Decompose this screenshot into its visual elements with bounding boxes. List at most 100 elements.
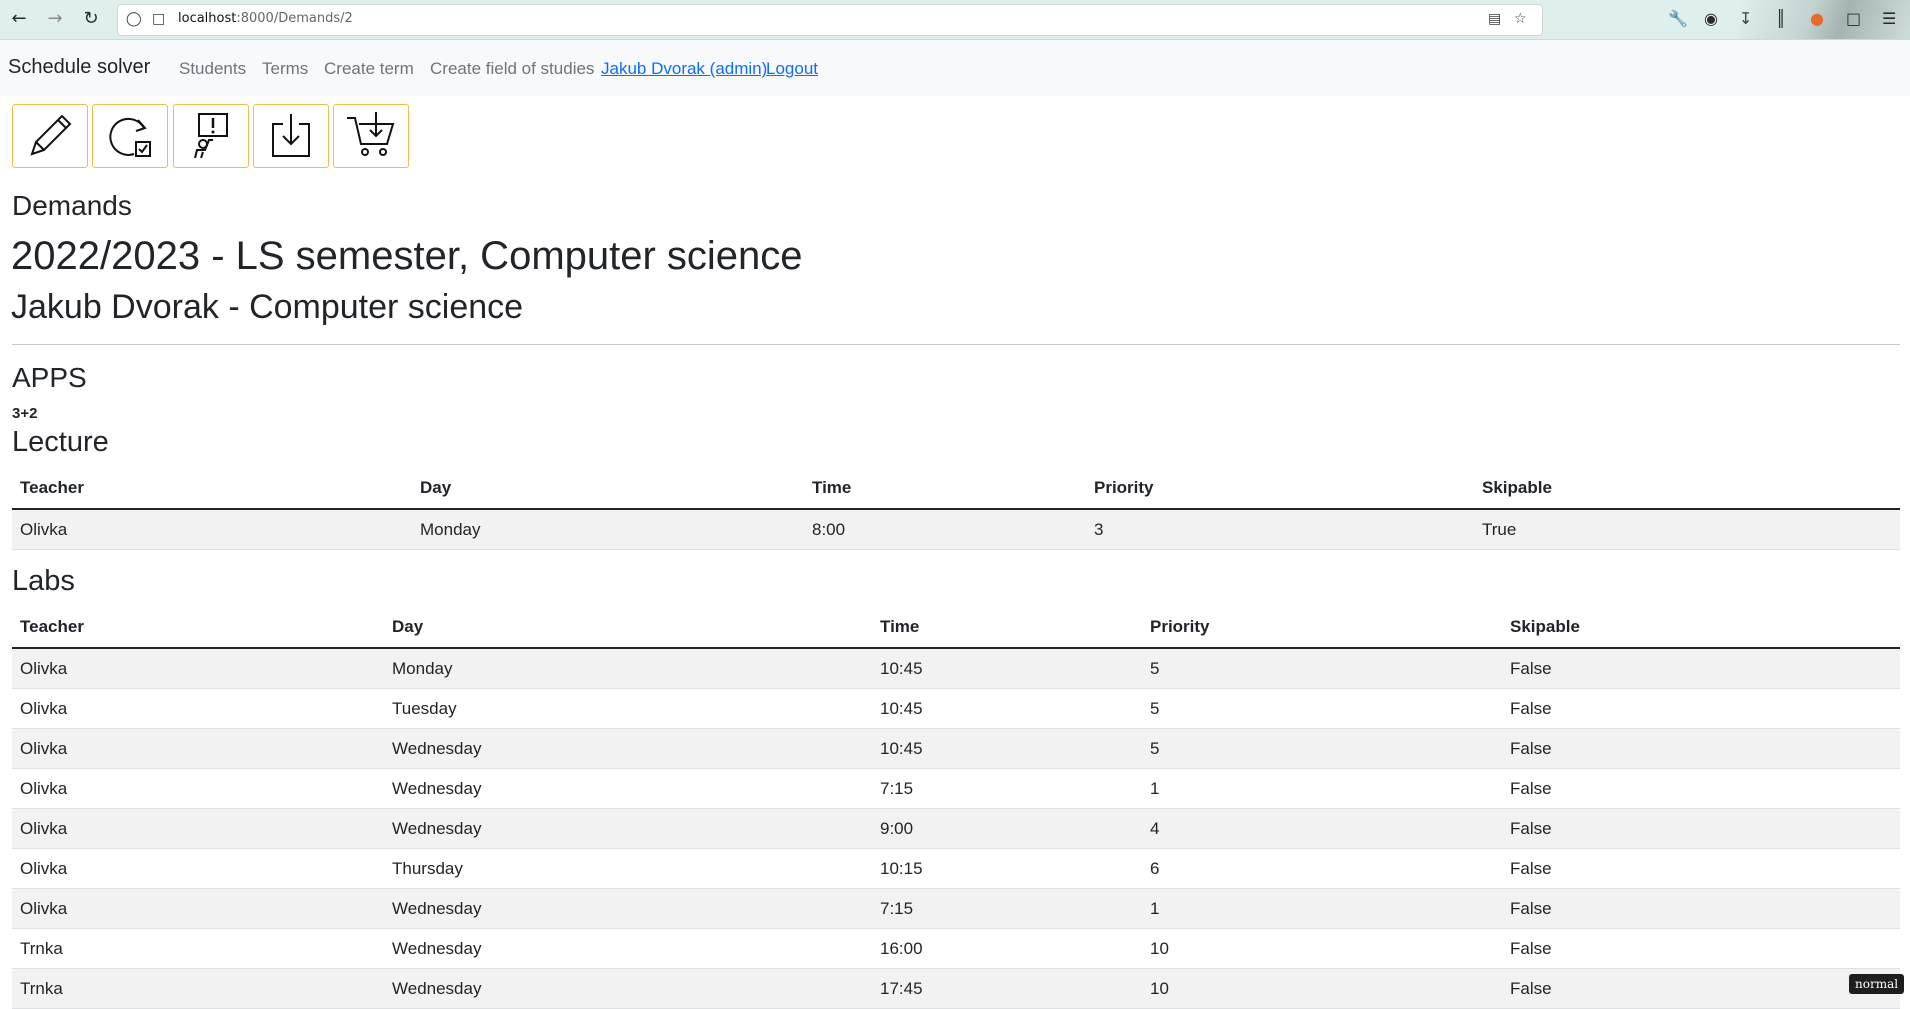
table-cell: Wednesday — [384, 808, 872, 849]
table-cell: Monday — [412, 509, 804, 550]
forward-icon[interactable]: → — [44, 8, 66, 30]
nav-create-field-of-studies[interactable]: Create field of studies — [430, 59, 594, 79]
table-cell: False — [1502, 808, 1900, 849]
column-header: Priority — [1142, 607, 1502, 649]
table-row: Olivka Monday 8:00 3 True — [12, 509, 1900, 550]
cart-download-icon — [347, 112, 395, 156]
report-button[interactable] — [173, 104, 249, 168]
course-hours: 3+2 — [12, 405, 38, 422]
user-link[interactable]: Jakub Dvorak (admin) — [601, 59, 767, 79]
table-cell: Olivka — [12, 808, 384, 849]
container-icon[interactable]: □ — [1846, 9, 1861, 28]
table-cell: False — [1502, 688, 1900, 729]
table-cell: False — [1502, 768, 1900, 809]
table-cell: 7:15 — [872, 768, 1142, 809]
bookmark-star-icon[interactable]: ☆ — [1514, 11, 1527, 27]
table-cell: 16:00 — [872, 928, 1142, 969]
report-alert-icon — [194, 113, 228, 159]
table-cell: False — [1502, 888, 1900, 929]
column-header: Priority — [1086, 468, 1474, 510]
table-cell: 10:45 — [872, 688, 1142, 729]
table-cell: 5 — [1142, 688, 1502, 729]
url-text[interactable]: localhost:8000/Demands/2 — [178, 11, 353, 26]
column-header: Day — [412, 468, 804, 510]
download-icon — [272, 114, 310, 157]
column-header: Day — [384, 607, 872, 649]
url-path: :8000/Demands/2 — [236, 11, 353, 26]
table-cell: Tuesday — [384, 688, 872, 729]
table-cell: Wednesday — [384, 968, 872, 1009]
table-header-row: Teacher Day Time Priority Skipable — [12, 607, 1900, 649]
nav-students[interactable]: Students — [179, 59, 246, 79]
table-cell: 10 — [1142, 928, 1502, 969]
back-icon[interactable]: ← — [8, 8, 30, 30]
table-row: Trnka Wednesday 17:45 10 False — [12, 968, 1900, 1009]
table-cell: 4 — [1142, 808, 1502, 849]
cart-button[interactable] — [333, 104, 409, 168]
labs-table: Teacher Day Time Priority Skipable Olivk… — [12, 607, 1900, 1009]
status-badge: normal — [1849, 974, 1905, 994]
table-row: Olivka Wednesday 7:15 1 False — [12, 768, 1900, 809]
library-icon[interactable]: ║ — [1776, 9, 1786, 28]
download-button[interactable] — [253, 104, 329, 168]
table-cell: 10:45 — [872, 648, 1142, 689]
table-row: Olivka Monday 10:45 5 False — [12, 648, 1900, 689]
page-subtitle: Demands — [12, 190, 132, 221]
shield-icon[interactable]: ◯ — [126, 11, 142, 27]
reload-icon[interactable]: ↻ — [80, 8, 102, 30]
table-row: Olivka Wednesday 9:00 4 False — [12, 808, 1900, 849]
table-cell: Olivka — [12, 728, 384, 769]
table-cell: Trnka — [12, 968, 384, 1009]
refresh-check-icon — [109, 117, 151, 157]
table-cell: 10:45 — [872, 728, 1142, 769]
pocket-icon[interactable]: ◉ — [1704, 9, 1718, 28]
column-header: Time — [872, 607, 1142, 649]
table-cell: Trnka — [12, 928, 384, 969]
table-cell: 5 — [1142, 728, 1502, 769]
nav-terms[interactable]: Terms — [262, 59, 308, 79]
reader-view-icon[interactable]: ▤ — [1488, 11, 1501, 27]
address-bar[interactable]: ◯ □ localhost:8000/Demands/2 ▤ ☆ — [117, 4, 1543, 36]
table-cell: 1 — [1142, 888, 1502, 929]
table-cell: 3 — [1086, 509, 1474, 550]
page-icon: □ — [152, 11, 166, 27]
column-header: Teacher — [12, 607, 384, 649]
table-cell: 6 — [1142, 848, 1502, 889]
divider — [12, 344, 1900, 345]
table-cell: 10 — [1142, 968, 1502, 1009]
table-cell: 5 — [1142, 648, 1502, 689]
edit-button[interactable] — [12, 104, 88, 168]
solve-button[interactable] — [92, 104, 168, 168]
table-cell: Olivka — [12, 888, 384, 929]
table-cell: Wednesday — [384, 728, 872, 769]
brand[interactable]: Schedule solver — [8, 56, 150, 79]
table-cell: Monday — [384, 648, 872, 689]
table-cell: 17:45 — [872, 968, 1142, 1009]
table-row: Olivka Wednesday 7:15 1 False — [12, 888, 1900, 929]
wrench-icon[interactable]: 🔧 — [1668, 9, 1688, 28]
table-cell: 9:00 — [872, 808, 1142, 849]
student-heading: Jakub Dvorak - Computer science — [11, 288, 524, 326]
table-cell: 1 — [1142, 768, 1502, 809]
table-cell: Olivka — [12, 848, 384, 889]
table-cell: False — [1502, 728, 1900, 769]
table-cell: Thursday — [384, 848, 872, 889]
lecture-heading: Lecture — [12, 426, 109, 458]
pencil-icon — [30, 114, 72, 156]
column-header: Teacher — [12, 468, 412, 510]
table-cell: Olivka — [12, 509, 412, 550]
column-header: Time — [804, 468, 1086, 510]
table-cell: 7:15 — [872, 888, 1142, 929]
menu-icon[interactable]: ☰ — [1882, 9, 1896, 28]
url-host: localhost — [178, 11, 237, 26]
table-row: Olivka Thursday 10:15 6 False — [12, 848, 1900, 889]
table-cell: Wednesday — [384, 888, 872, 929]
lecture-table: Teacher Day Time Priority Skipable Olivk… — [12, 468, 1900, 550]
table-header-row: Teacher Day Time Priority Skipable — [12, 468, 1900, 510]
extension-icon[interactable]: ● — [1810, 9, 1824, 28]
app-navbar: Schedule solver Students Terms Create te… — [0, 40, 1910, 96]
column-header: Skipable — [1474, 468, 1900, 510]
nav-create-term[interactable]: Create term — [324, 59, 414, 79]
table-row: Olivka Tuesday 10:45 5 False — [12, 688, 1900, 729]
logout-link[interactable]: Logout — [766, 59, 818, 79]
